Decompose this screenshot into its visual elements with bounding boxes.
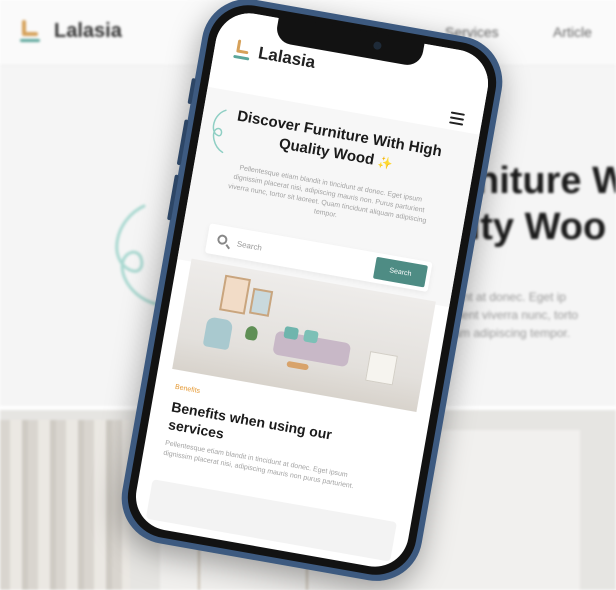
sparkle-icon: ✨ — [376, 154, 395, 172]
side-table — [286, 360, 309, 371]
hamburger-menu-icon[interactable] — [449, 111, 465, 126]
camera-icon — [372, 41, 383, 51]
chair-logo-icon — [18, 20, 40, 44]
wall-art — [248, 287, 274, 317]
pillow — [283, 325, 300, 341]
search-button[interactable]: Search — [372, 256, 428, 288]
pillow — [302, 329, 319, 344]
cabinet — [365, 351, 398, 386]
background-curtain — [0, 420, 130, 590]
armchair — [202, 316, 234, 351]
potted-plant — [244, 325, 259, 342]
wall-art — [219, 274, 251, 315]
search-icon — [216, 233, 229, 246]
swirl-decoration-icon — [115, 204, 158, 306]
background-brand[interactable]: Lalasia — [54, 20, 122, 43]
benefits-tag: Benefits — [174, 383, 201, 396]
nav-link-article[interactable]: Article — [553, 24, 592, 40]
chair-logo-icon — [233, 39, 252, 61]
